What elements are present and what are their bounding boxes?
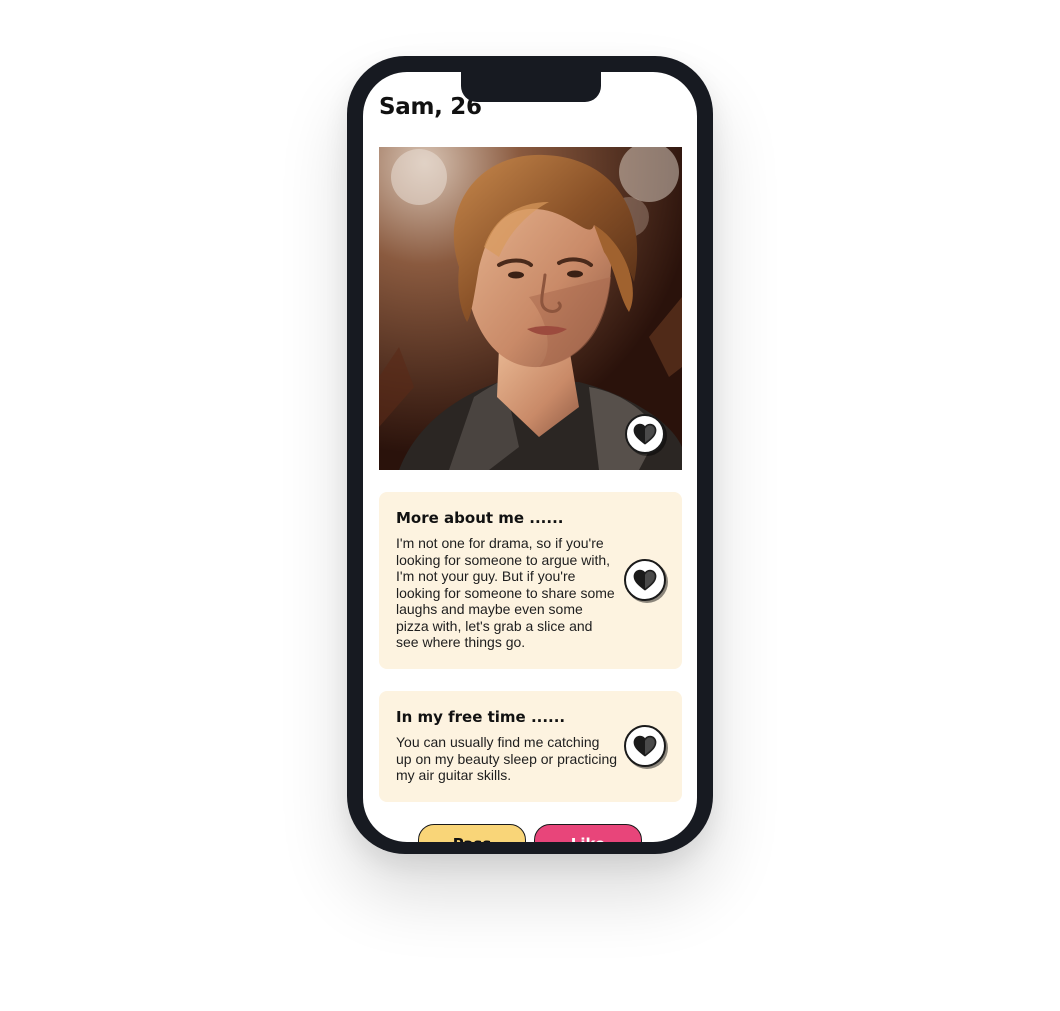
about-text: I'm not one for drama, so if you're look…: [396, 535, 615, 650]
phone-notch: [461, 72, 601, 102]
free-time-card: In my free time ...... You can usually f…: [379, 691, 682, 802]
action-bar: Pass Like: [363, 824, 697, 842]
mockup-stage: Sam, 26 More about me ...... I'm not one…: [0, 0, 1060, 1011]
profile-photo: [379, 147, 682, 470]
phone-screen: Sam, 26 More about me ...... I'm not one…: [363, 72, 697, 842]
like-button[interactable]: Like: [534, 824, 642, 842]
free-time-text: You can usually find me catching up on m…: [396, 734, 618, 783]
heart-half-icon: [633, 423, 657, 445]
free-time-like-button[interactable]: [624, 724, 666, 767]
about-card: More about me ...... I'm not one for dra…: [379, 492, 682, 669]
about-heading: More about me ......: [396, 509, 564, 527]
photo-like-button[interactable]: [625, 414, 665, 454]
pass-button[interactable]: Pass: [418, 824, 526, 842]
heart-half-icon: [633, 569, 657, 590]
free-time-heading: In my free time ......: [396, 708, 566, 726]
heart-half-icon: [633, 735, 657, 756]
phone-frame: Sam, 26 More about me ...... I'm not one…: [347, 56, 713, 854]
about-like-button[interactable]: [624, 558, 666, 601]
